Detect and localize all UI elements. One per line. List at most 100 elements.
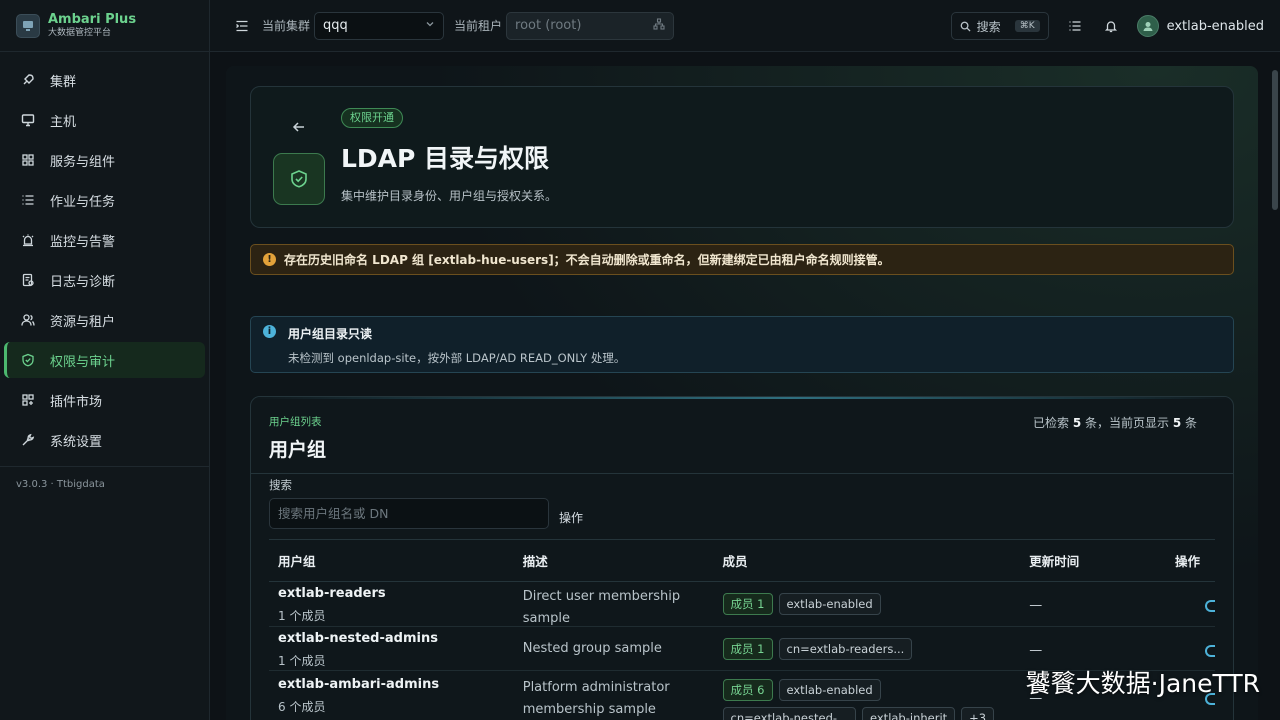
group-name[interactable]: extlab-readers bbox=[278, 586, 523, 601]
group-name-cell: extlab-ambari-admins 6 个成员 bbox=[269, 677, 523, 720]
sidebar-item-label: 权限与审计 bbox=[50, 354, 116, 370]
member-chip[interactable]: cn=extlab-nested-... bbox=[722, 707, 856, 720]
member-chip[interactable]: extlab-inherit bbox=[862, 707, 956, 720]
brand-subtitle: 大数据管控平台 bbox=[48, 28, 112, 38]
cluster-select[interactable]: qqq bbox=[314, 11, 445, 40]
task-list-icon[interactable] bbox=[1065, 16, 1085, 36]
group-search-input[interactable] bbox=[269, 498, 549, 529]
topbar-actions: 搜索 ⌘K extlab-enabled bbox=[950, 0, 1264, 52]
bell-icon[interactable] bbox=[1101, 16, 1121, 36]
search-label: 搜索 bbox=[269, 478, 292, 492]
global-search-button[interactable]: 搜索 ⌘K bbox=[950, 12, 1049, 40]
sidebar: Ambari Plus 大数据管控平台 集群 主机 服务与组件 作业与任务 监控… bbox=[0, 0, 210, 720]
sidebar-item-services[interactable]: 服务与组件 bbox=[4, 142, 205, 178]
table-row[interactable]: extlab-readers 1 个成员 Direct user members… bbox=[269, 582, 1215, 627]
member-count-badge: 成员 1 bbox=[722, 593, 773, 615]
sidebar-item-cluster[interactable]: 集群 bbox=[4, 62, 205, 98]
group-members: 成员 1 extlab-enabled bbox=[722, 586, 1030, 626]
member-chip[interactable]: extlab-enabled bbox=[778, 679, 881, 701]
current-user[interactable]: extlab-enabled bbox=[1167, 19, 1264, 34]
sidebar-item-label: 监控与告警 bbox=[50, 234, 116, 250]
group-members: 成员 1 cn=extlab-readers... bbox=[722, 631, 1030, 670]
shield-check-icon bbox=[273, 153, 325, 205]
list-icon bbox=[20, 192, 36, 208]
cluster-label: 当前集群 bbox=[262, 19, 311, 33]
chevron-down-icon bbox=[425, 18, 435, 33]
plugin-icon bbox=[20, 392, 36, 408]
group-description: Direct user membership sample bbox=[522, 589, 681, 626]
page-description: 集中维护目录身份、用户组与授权关系。 bbox=[341, 189, 558, 203]
sidebar-item-label: 服务与组件 bbox=[50, 154, 116, 170]
info-alert: i 用户组目录只读 未检测到 openldap-site，按外部 LDAP/AD… bbox=[250, 316, 1234, 373]
brand-logo-icon bbox=[16, 13, 40, 38]
group-member-count: 6 个成员 bbox=[278, 700, 326, 714]
member-chip[interactable]: extlab-enabled bbox=[778, 593, 881, 615]
card-divider bbox=[251, 473, 1233, 474]
sidebar-item-permissions[interactable]: 权限与审计 bbox=[4, 342, 205, 378]
more-members-chip[interactable]: +3 bbox=[961, 707, 995, 720]
brand-name: Ambari Plus bbox=[48, 12, 137, 27]
topbar: 当前集群 qqq 当前租户 root (root) 搜索 ⌘K extlab-e… bbox=[210, 0, 1280, 52]
member-count-badge: 成员 6 bbox=[722, 679, 773, 701]
menu-collapse-icon[interactable] bbox=[232, 16, 252, 36]
column-header-ops: 操作 bbox=[1175, 554, 1201, 569]
sidebar-item-label: 主机 bbox=[50, 114, 77, 130]
global-search-label: 搜索 bbox=[976, 19, 1001, 34]
avatar[interactable] bbox=[1136, 15, 1159, 37]
sidebar-item-logs[interactable]: 日志与诊断 bbox=[4, 262, 205, 298]
operations-label: 操作 bbox=[559, 511, 584, 525]
table-header: 用户组 描述 成员 更新时间 操作 bbox=[269, 540, 1215, 582]
page-header-card: 权限开通 LDAP 目录与权限 集中维护目录身份、用户组与授权关系。 bbox=[250, 86, 1234, 228]
sidebar-item-jobs[interactable]: 作业与任务 bbox=[4, 182, 205, 218]
group-name-cell: extlab-readers 1 个成员 bbox=[269, 586, 523, 626]
column-header-description[interactable]: 描述 bbox=[523, 551, 723, 570]
column-header-name[interactable]: 用户组 bbox=[269, 551, 523, 570]
column-header-updated[interactable]: 更新时间 bbox=[1029, 551, 1175, 570]
status-badge: 权限开通 bbox=[341, 108, 403, 128]
group-name-cell: extlab-nested-admins 1 个成员 bbox=[269, 631, 523, 670]
page-title: LDAP 目录与权限 bbox=[341, 144, 550, 173]
sidebar-item-monitoring[interactable]: 监控与告警 bbox=[4, 222, 205, 258]
tenant-select[interactable]: root (root) bbox=[506, 11, 675, 40]
sidebar-item-label: 集群 bbox=[50, 74, 77, 90]
sidebar-item-host[interactable]: 主机 bbox=[4, 102, 205, 138]
column-header-members[interactable]: 成员 bbox=[723, 551, 1030, 570]
group-description: Platform administrator membership sample bbox=[522, 680, 670, 717]
back-arrow-icon[interactable] bbox=[291, 119, 309, 137]
warning-text: 存在历史旧命名 LDAP 组 [extlab-hue-users]；不会自动删除… bbox=[284, 253, 890, 267]
group-updated: — bbox=[1029, 598, 1043, 613]
group-member-count: 1 个成员 bbox=[278, 654, 326, 668]
tenant-select-value: root (root) bbox=[515, 18, 582, 33]
edit-icon[interactable] bbox=[1204, 645, 1215, 657]
hierarchy-icon bbox=[653, 17, 665, 34]
member-chip[interactable]: cn=extlab-readers... bbox=[778, 638, 913, 660]
users-icon bbox=[20, 312, 36, 328]
search-icon bbox=[960, 21, 971, 32]
sidebar-item-label: 系统设置 bbox=[50, 434, 103, 450]
group-description: Nested group sample bbox=[522, 641, 662, 656]
edit-icon[interactable] bbox=[1204, 600, 1215, 612]
group-name[interactable]: extlab-ambari-admins bbox=[278, 677, 523, 692]
scrollbar-thumb[interactable] bbox=[1272, 70, 1278, 210]
brand[interactable]: Ambari Plus 大数据管控平台 bbox=[0, 0, 209, 52]
wrench-icon bbox=[20, 432, 36, 448]
sidebar-item-settings[interactable]: 系统设置 bbox=[4, 422, 205, 458]
info-title: 用户组目录只读 bbox=[288, 327, 373, 341]
sidebar-item-resources[interactable]: 资源与租户 bbox=[4, 302, 205, 338]
sidebar-nav: 集群 主机 服务与组件 作业与任务 监控与告警 日志与诊断 资源与租户 权限与审… bbox=[0, 52, 209, 458]
row-actions bbox=[1175, 586, 1215, 626]
info-icon: i bbox=[263, 325, 276, 338]
sidebar-item-plugins[interactable]: 插件市场 bbox=[4, 382, 205, 418]
card-title: 用户组 bbox=[269, 439, 327, 461]
result-count: 已检索 5 条，当前页显示 5 条 bbox=[1032, 416, 1197, 430]
sidebar-item-label: 资源与租户 bbox=[50, 314, 116, 330]
sidebar-item-label: 作业与任务 bbox=[50, 194, 116, 210]
warning-icon: ! bbox=[263, 253, 276, 266]
card-overline: 用户组列表 bbox=[269, 416, 322, 428]
app-version: v3.0.3 · Ttbigdata bbox=[16, 479, 105, 490]
group-name[interactable]: extlab-nested-admins bbox=[278, 631, 523, 646]
member-count-badge: 成员 1 bbox=[722, 638, 773, 660]
main-content: 权限开通 LDAP 目录与权限 集中维护目录身份、用户组与授权关系。 ! 存在历… bbox=[226, 66, 1258, 720]
sidebar-item-label: 日志与诊断 bbox=[50, 274, 116, 290]
monitor-icon bbox=[20, 112, 36, 128]
